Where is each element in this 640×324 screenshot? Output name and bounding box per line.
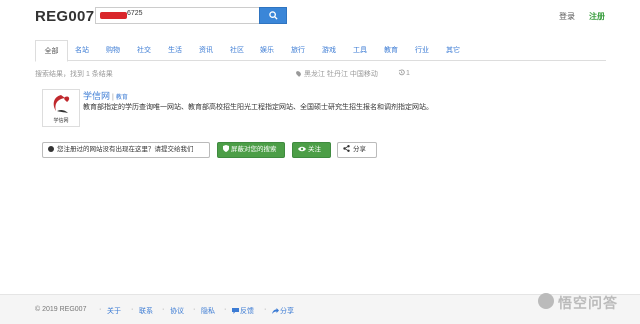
follow-label: 关注 — [308, 146, 321, 153]
history-count[interactable]: 1 — [398, 69, 410, 77]
tab-tools[interactable]: 工具 — [348, 40, 372, 61]
site-category[interactable]: 教育 — [116, 95, 128, 101]
tab-industry[interactable]: 行业 — [410, 40, 434, 61]
site-logo[interactable]: REG007 — [35, 8, 94, 25]
site-name-link[interactable]: 学信网 — [83, 91, 110, 101]
footer-terms-link[interactable]: 协议 — [170, 306, 184, 316]
share-button[interactable]: 分享 — [337, 142, 377, 158]
register-link[interactable]: 注册 — [589, 11, 605, 22]
tab-travel[interactable]: 旅行 — [286, 40, 310, 61]
tab-shopping[interactable]: 购物 — [101, 40, 125, 61]
site-title: 学信网 | 教育 — [83, 89, 128, 102]
location-pin-icon — [295, 70, 302, 77]
tab-life[interactable]: 生活 — [163, 40, 187, 61]
footer-share-link[interactable]: 分享 — [272, 306, 294, 316]
location-info: 黑龙江 牡丹江 中国移动 — [295, 69, 378, 79]
shield-icon — [223, 145, 229, 152]
watermark-text: 悟空问答 — [558, 295, 618, 311]
footer-dot: · — [131, 306, 134, 313]
share-icon — [343, 145, 350, 152]
history-icon — [398, 69, 405, 76]
footer-contact-link[interactable]: 联系 — [139, 306, 153, 316]
category-tabs: 全部 名站 购物 社交 生活 资讯 社区 娱乐 旅行 游戏 工具 教育 行业 其… — [35, 40, 606, 62]
follow-button[interactable]: 关注 — [292, 142, 331, 158]
plus-circle-icon — [48, 146, 54, 152]
footer-dot: · — [99, 306, 102, 313]
tab-all[interactable]: 全部 — [35, 40, 68, 62]
footer-dot: · — [224, 306, 227, 313]
top-bar: REG007 6725 登录 注册 — [0, 0, 640, 30]
footer-dot: · — [193, 306, 196, 313]
search-value: 6725 — [127, 10, 143, 17]
search-button[interactable] — [259, 7, 287, 24]
report-site-button[interactable]: 您注册过的网站没有出现在这里？请提交给我们 — [42, 142, 210, 158]
eye-icon — [298, 146, 306, 152]
tab-famous[interactable]: 名站 — [70, 40, 94, 61]
search-input[interactable]: 6725 — [95, 7, 259, 24]
tab-news[interactable]: 资讯 — [194, 40, 218, 61]
footer-feedback-link[interactable]: 反馈 — [232, 306, 254, 316]
footer-privacy-link[interactable]: 隐私 — [201, 306, 215, 316]
footer-dot: · — [162, 306, 165, 313]
search-icon — [269, 11, 278, 20]
redacted-mark — [100, 12, 127, 19]
share-icon — [272, 308, 279, 314]
site-thumbnail[interactable]: 学信网 — [42, 89, 80, 127]
history-count-value: 1 — [406, 70, 410, 77]
result-summary: 搜索结果，找到 1 条结果 — [35, 71, 113, 78]
footer-about-link[interactable]: 关于 — [107, 306, 121, 316]
thumbnail-label: 学信网 — [53, 118, 69, 124]
chat-icon — [232, 308, 239, 314]
tab-other[interactable]: 其它 — [441, 40, 465, 61]
copyright: © 2019 REG007 — [35, 306, 87, 313]
site-description: 教育部指定的学历查询唯一网站、教育部高校招生阳光工程指定网站、全国硕士研究生招生… — [83, 104, 433, 111]
location-text: 黑龙江 牡丹江 中国移动 — [304, 71, 378, 78]
footer-dot: · — [264, 306, 267, 313]
tab-social[interactable]: 社交 — [132, 40, 156, 61]
watermark: 悟空问答 — [538, 292, 638, 312]
share-label: 分享 — [353, 146, 366, 153]
tab-entertainment[interactable]: 娱乐 — [255, 40, 279, 61]
title-separator: | — [112, 94, 114, 101]
report-label: 您注册过的网站没有出现在这里？请提交给我们 — [57, 146, 194, 153]
tab-education[interactable]: 教育 — [379, 40, 403, 61]
watermark-logo-icon — [538, 293, 554, 309]
tab-games[interactable]: 游戏 — [317, 40, 341, 61]
block-label: 屏蔽对您的搜索 — [231, 146, 277, 153]
tab-community[interactable]: 社区 — [225, 40, 249, 61]
login-link[interactable]: 登录 — [559, 11, 575, 22]
block-search-button[interactable]: 屏蔽对您的搜索 — [217, 142, 285, 158]
site-logo-icon — [53, 95, 70, 113]
